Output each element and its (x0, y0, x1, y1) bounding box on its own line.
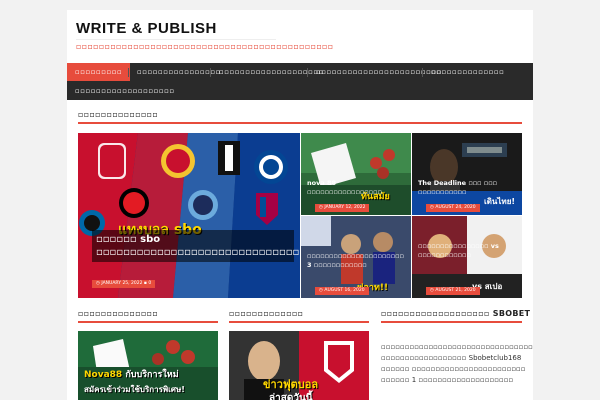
featured-post-3-title[interactable]: ▫▫▫▫▫▫▫▫▫▫▫▫▫▫▫▫▫▫▫▫▫▫ 3 ▫▫▫▫▫▫▫▫▫▫▫▫ (307, 252, 405, 270)
post-date-badge: ◷ AUGUST 16, 2020 (315, 287, 369, 295)
featured-section-title: ▫▫▫▫▫▫▫▫▫▫▫▫▫▫ (78, 110, 159, 119)
featured-post-4-title[interactable]: ▫▫▫▫▫▫▫▫▫▫▫▫▫▫▫▫ vs ▫▫▫▫▫▫▫▫▫▫▫▫ (418, 242, 516, 260)
site-title[interactable]: WRITE & PUBLISH (76, 20, 217, 37)
featured-post-4[interactable]: vs สเปอ ▫▫▫▫▫▫▫▫▫▫▫▫▫▫▫▫ vs ▫▫▫▫▫▫▫▫▫▫▫▫… (412, 216, 522, 298)
post-date-badge: ◷ AUGUST 24, 2020 (426, 204, 480, 212)
column-3-title: ▫▫▫▫▫▫▫▫▫▫▫▫▫▫▫▫▫▫▫ SBOBET (381, 309, 531, 318)
featured-main-title[interactable]: ▫▫▫▫▫▫ sbo ▫▫▫▫▫▫▫▫▫▫▫▫▫▫▫▫▫▫▫▫▫▫▫▫▫▫▫▫▫… (92, 230, 300, 262)
title-divider (76, 39, 276, 40)
featured-main-image (78, 133, 300, 298)
image-headline: กับบริการใหม่ (125, 370, 179, 380)
column-1-post-image[interactable]: Nova88 กับบริการใหม่ สมัครเข้าร่วมใช้บริ… (78, 331, 218, 400)
section-rule (78, 321, 218, 323)
post-date: AUGUST 21, 2020 (435, 288, 476, 293)
featured-main-post[interactable]: แทงบอล sbo ▫▫▫▫▫▫ sbo ▫▫▫▫▫▫▫▫▫▫▫▫▫▫▫▫▫▫… (78, 133, 300, 298)
featured-post-1-title[interactable]: nova 88 ▫▫▫▫▫▫▫▫▫▫▫▫▫▫▫▫▫ (307, 179, 405, 197)
comment-count: 0 (148, 281, 152, 286)
page-container: WRITE & PUBLISH ▫▫▫▫▫▫▫▫▫▫▫▫▫▫▫▫▫▫▫▫▫▫▫▫… (67, 10, 533, 400)
post-date-badge: ◷ JANUARY 25, 2022 ▪ 0 (92, 280, 156, 288)
section-rule (229, 321, 369, 323)
image-text-2: สมัครเข้าร่วมใช้บริการพิเศษ! (84, 385, 185, 394)
section-rule (381, 321, 522, 323)
featured-post-1[interactable]: ทันสมัย nova 88 ▫▫▫▫▫▫▫▫▫▫▫▫▫▫▫▫▫ ◷ JANU… (301, 133, 411, 215)
column-2-title: ▫▫▫▫▫▫▫▫▫▫▫▫▫ (229, 309, 304, 318)
nav-item-home[interactable]: ▫▫▫▫▫▫▫▫▫ (67, 63, 131, 81)
image-text-1: Nova88 กับบริการใหม่ (84, 367, 179, 381)
nav-item-5[interactable]: ▫▫▫▫▫▫▫▫▫▫▫▫▫▫ (423, 63, 512, 81)
image-brand: Nova88 (84, 370, 123, 380)
post-date: AUGUST 16, 2020 (324, 288, 365, 293)
post-date: JANUARY 12, 2022 (324, 205, 366, 210)
featured-post-2-title[interactable]: The Deadline ▫▫▫ ▫▫▫ ▫▫▫▫▫▫▫▫▫▫▫ (418, 179, 516, 197)
featured-post-1-image (301, 133, 411, 215)
featured-post-3[interactable]: ฟลาท!! ▫▫▫▫▫▫▫▫▫▫▫▫▫▫▫▫▫▫▫▫▫▫ 3 ▫▫▫▫▫▫▫▫… (301, 216, 411, 298)
image-text-2: ล่าสุดวันนี้ (269, 393, 313, 400)
post-date: AUGUST 24, 2020 (435, 205, 476, 210)
column-1-title: ▫▫▫▫▫▫▫▫▫▫▫▫▫▫ (78, 309, 159, 318)
main-navigation: ▫▫▫▫▫▫▫▫▫ ▫▫▫▫▫▫▫▫▫▫▫▫▫▫▫▫ ▫▫▫▫▫▫▫▫▫▫▫▫▫… (67, 63, 533, 100)
sidebar-paragraph: ▫▫▫▫▫▫▫▫▫▫▫▫▫▫▫▫▫▫▫▫▫▫▫▫▫▫▫▫▫▫▫▫ ▫▫▫▫▫▫▫▫… (381, 343, 533, 384)
nav-item-6[interactable]: ▫▫▫▫▫▫▫▫▫▫▫▫▫▫▫▫▫▫▫ (67, 82, 183, 100)
featured-post-2[interactable]: เดินไทย! The Deadline ▫▫▫ ▫▫▫ ▫▫▫▫▫▫▫▫▫▫… (412, 133, 522, 215)
section-rule (78, 122, 522, 124)
post-date: JANUARY 25, 2022 (101, 281, 143, 286)
post-date-badge: ◷ AUGUST 21, 2020 (426, 287, 480, 295)
column-2-post-image[interactable]: ข่าวฟุตบอล ล่าสุดวันนี้ (229, 331, 369, 400)
post-date-badge: ◷ JANUARY 12, 2022 (315, 204, 370, 212)
site-tagline: ▫▫▫▫▫▫▫▫▫▫▫▫▫▫▫▫▫▫▫▫▫▫▫▫▫▫▫▫▫▫▫▫▫▫▫▫▫▫▫▫… (76, 42, 334, 51)
